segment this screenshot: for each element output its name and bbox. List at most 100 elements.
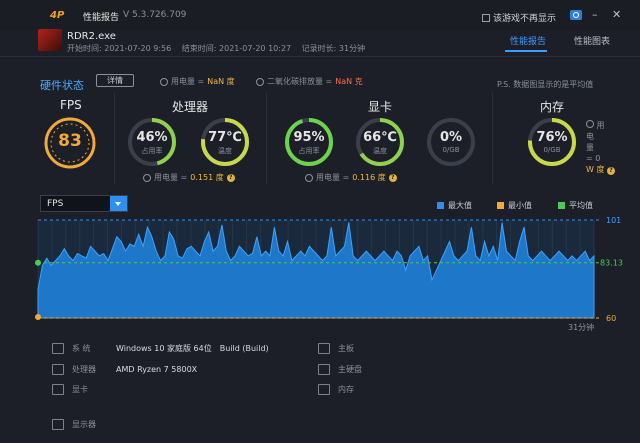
no-show-checkbox[interactable] — [482, 13, 490, 22]
app-logo: 4P — [50, 10, 65, 21]
section-divider — [114, 92, 115, 184]
monitor-icon — [52, 419, 64, 430]
memory-power: 用 电 量 = 0 W 度 ? — [586, 120, 618, 175]
cpu-power: 用电量 = 0.151 度 ? — [143, 172, 235, 183]
disk-icon — [318, 364, 330, 375]
legend-avg: 平均值 — [558, 200, 593, 211]
chevron-down-icon[interactable] — [110, 196, 127, 211]
cpu-usage-value: 46% — [136, 130, 168, 145]
memory-title: 内存 — [540, 100, 565, 114]
end-time: 结束时间: 2021-07-20 10:27 — [181, 44, 292, 53]
max-value-label: 101 — [606, 216, 621, 225]
os-build: Build (Build) — [219, 344, 269, 353]
legend-max: 最大值 — [437, 200, 472, 211]
version-label: V 5.3.726.709 — [123, 10, 187, 20]
cpu-usage-gauge: 46% 占用率 — [126, 116, 178, 168]
no-show-label: 该游戏不再显示 — [493, 14, 557, 24]
memory-usage-label: 0/GB — [543, 146, 561, 154]
legend-min-swatch — [497, 202, 504, 209]
info-ram: 内存 — [318, 384, 354, 395]
fps-chart: 101 83.13 60 31分钟 — [35, 216, 623, 332]
ram-icon — [318, 384, 330, 395]
cpu-model: AMD Ryzen 7 5800X — [116, 365, 198, 374]
gpu-power: 用电量 = 0.116 度 ? — [305, 172, 397, 183]
gpu-temp-value: 66℃ — [363, 130, 397, 145]
section-divider — [266, 92, 267, 184]
gpu-icon — [52, 384, 64, 395]
system-icon — [52, 343, 64, 354]
avg-value-label: 83.13 — [600, 259, 623, 268]
gpu-usage-gauge: 95% 占用率 — [283, 116, 335, 168]
avg-marker — [35, 259, 41, 266]
gpu-temp-gauge: 66℃ 温度 — [354, 116, 406, 168]
close-button[interactable]: ✕ — [612, 8, 621, 21]
cpu-temp-value: 77℃ — [208, 130, 242, 145]
info-disk: 主硬盘 — [318, 364, 362, 375]
gpu-vram-gauge: 0% 0/GB — [425, 116, 477, 168]
info-monitor: 显示器 — [52, 419, 96, 430]
gpu-vram-value: 0% — [439, 130, 463, 145]
cpu-icon — [52, 364, 64, 375]
info-os: 系 统 Windows 10 家庭版 64位 Build (Build) — [52, 343, 269, 354]
cpu-temp-gauge: 77℃ 温度 — [199, 116, 251, 168]
legend-min: 最小值 — [497, 200, 532, 211]
info-gpu: 显卡 — [52, 384, 116, 395]
hardware-status-title: 硬件状态 — [40, 79, 84, 92]
info-cpu: 处理器 AMD Ryzen 7 5800X — [52, 364, 197, 375]
gpu-temp-label: 温度 — [373, 147, 387, 155]
title-bar: 4P 性能报告 V 5.3.726.709 该游戏不再显示 – ✕ — [0, 0, 640, 30]
help-icon[interactable]: ? — [388, 173, 397, 182]
tab-performance-report[interactable]: 性能报告 — [510, 34, 546, 47]
help-icon[interactable]: ? — [607, 167, 615, 175]
clock-icon — [160, 77, 168, 86]
cpu-power-value: 0.151 度 — [190, 173, 224, 182]
header-divider — [0, 56, 640, 57]
cpu-usage-label: 占用率 — [141, 147, 163, 155]
memory-usage-value: 76% — [536, 130, 568, 145]
active-tab-indicator — [505, 50, 547, 52]
start-time: 开始时间: 2021-07-20 9:56 — [67, 44, 172, 53]
gpu-usage-value: 95% — [293, 130, 325, 145]
min-marker — [35, 314, 41, 320]
details-button[interactable]: 详情 — [96, 74, 134, 87]
camera-icon[interactable] — [570, 10, 582, 20]
cpu-temp-label: 温度 — [218, 147, 232, 155]
legend-avg-swatch — [558, 202, 565, 209]
cpu-title: 处理器 — [172, 100, 209, 114]
gpu-power-value: 0.116 度 — [352, 173, 386, 182]
gpu-usage-label: 占用率 — [298, 147, 320, 155]
fps-value: 83 — [58, 131, 82, 151]
clock-icon — [256, 77, 264, 86]
window-title: 性能报告 — [83, 13, 120, 23]
os-value: Windows 10 家庭版 64位 — [116, 344, 212, 353]
minimize-button[interactable]: – — [592, 8, 598, 21]
gpu-title: 显卡 — [368, 100, 393, 114]
clock-icon — [305, 173, 313, 182]
ps-note: P.S. 数据图显示的是平均值 — [497, 80, 594, 89]
clock-icon — [586, 120, 594, 128]
memory-usage-gauge: 76% 0/GB — [526, 116, 578, 168]
motherboard-icon — [318, 343, 330, 354]
no-show-toggle[interactable]: 该游戏不再显示 — [482, 11, 556, 24]
total-power-value: NaN 度 — [207, 77, 235, 86]
clock-icon — [143, 173, 151, 182]
co2-emission: 二氧化碳排放量 = NaN 克 — [256, 76, 363, 87]
co2-value: NaN 克 — [335, 77, 363, 86]
info-board: 主板 — [318, 343, 354, 354]
metric-select-value: FPS — [47, 199, 64, 209]
fps-title: FPS — [60, 98, 82, 112]
game-name: RDR2.exe — [67, 31, 116, 42]
duration: 记录时长: 31分钟 — [301, 44, 366, 53]
session-meta: 开始时间: 2021-07-20 9:56 结束时间: 2021-07-20 1… — [67, 43, 373, 54]
total-power: 用电量 = NaN 度 — [160, 76, 235, 87]
section-divider — [492, 92, 493, 184]
min-value-label: 60 — [606, 314, 616, 323]
memory-power-value: W 度 ? — [586, 164, 618, 175]
game-icon — [38, 29, 62, 51]
x-end-label: 31分钟 — [568, 322, 594, 332]
gpu-vram-label: 0/GB — [442, 146, 460, 154]
metric-select[interactable]: FPS — [40, 195, 128, 212]
tab-performance-chart[interactable]: 性能图表 — [574, 34, 610, 47]
help-icon[interactable]: ? — [226, 173, 235, 182]
legend-max-swatch — [437, 202, 444, 209]
